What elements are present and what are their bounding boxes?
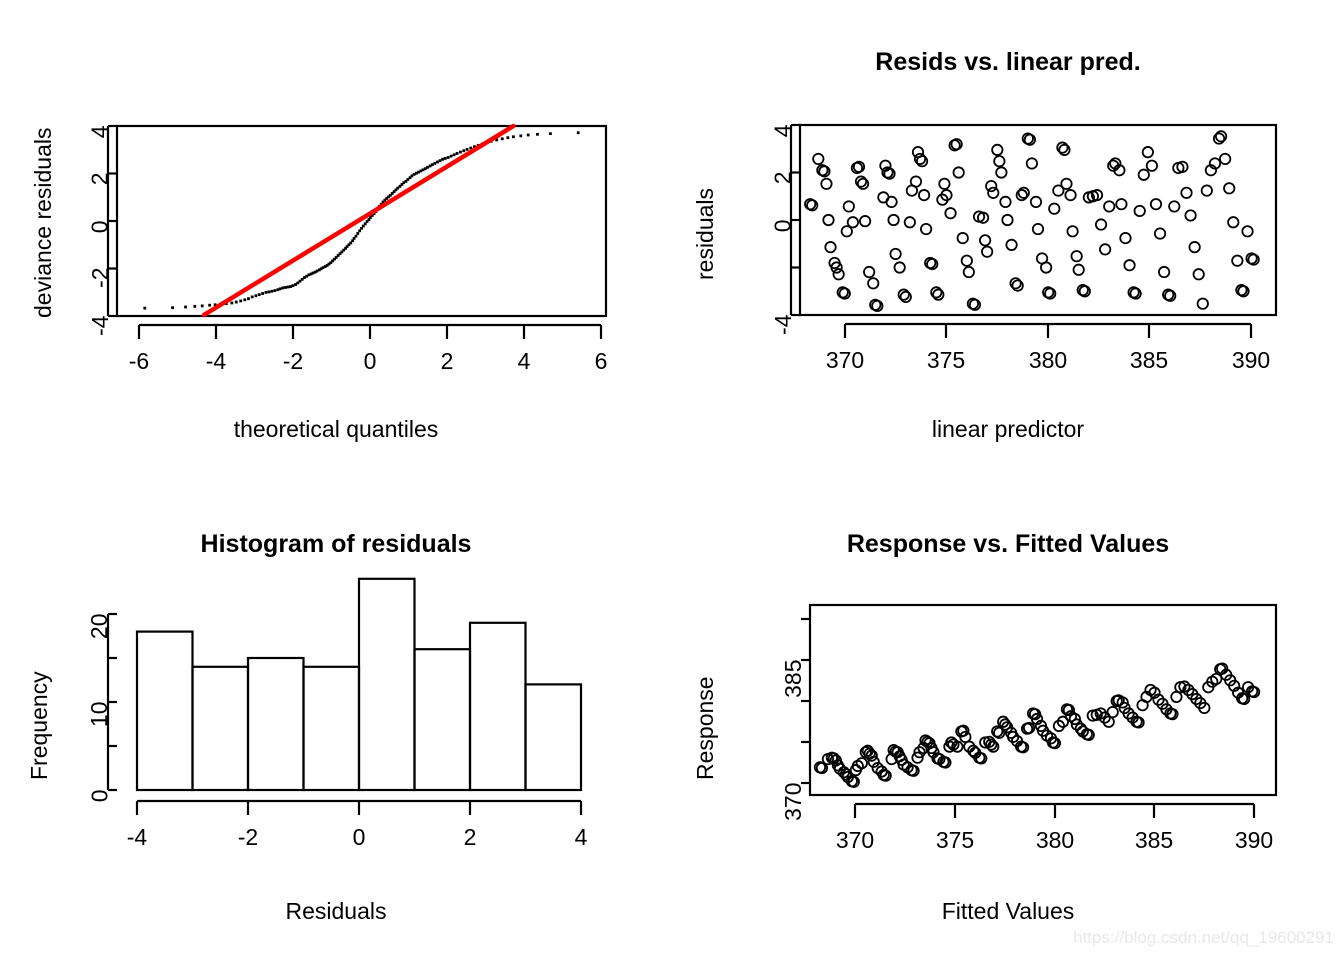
histogram-xtick-label: 2 — [463, 824, 477, 850]
resids-ytick-label: -4 — [769, 314, 796, 335]
qq-xtick-label: 2 — [440, 348, 454, 374]
response-ytick-label: 370 — [779, 782, 806, 821]
response-xtick-label: 390 — [1234, 827, 1274, 853]
resids-xtick-label: 390 — [1231, 347, 1271, 373]
qq-xtick-label: 6 — [594, 348, 608, 374]
panel-resids-vs-linear-pred: Resids vs. linear pred. residuals linear… — [672, 0, 1344, 480]
histogram-xtick-label: -2 — [237, 824, 259, 850]
response-plot-ylabel: Response — [692, 676, 718, 780]
qq-xtick-label: 4 — [517, 348, 531, 374]
response-plot-xlabel: Fitted Values — [941, 898, 1075, 924]
qq-ytick-label: -2 — [86, 267, 113, 288]
panel-histogram-of-residuals: Histogram of residuals Frequency Residua… — [0, 480, 672, 960]
resids-xtick-label: 385 — [1129, 347, 1169, 373]
response-xtick-label: 385 — [1134, 827, 1174, 853]
response-plot-x-ticks — [853, 802, 1256, 818]
resids-plot-x-ticks — [843, 322, 1253, 338]
response-xtick-label: 380 — [1035, 827, 1075, 853]
qq-ytick-label: -4 — [86, 315, 113, 336]
qq-plot-xlabel: theoretical quantiles — [233, 416, 439, 442]
resids-ytick-label: 2 — [769, 171, 796, 185]
histogram-ylabel: Frequency — [26, 671, 52, 780]
resids-plot-title: Resids vs. linear pred. — [875, 48, 1141, 76]
qq-plot-canvas — [106, 123, 608, 339]
histogram-xtick-label: -4 — [126, 824, 148, 850]
resids-ytick-label: 0 — [769, 219, 796, 233]
resids-xtick-label: 370 — [825, 347, 865, 373]
panel-qq-plot: deviance residuals theoretical quantiles — [0, 0, 672, 480]
qq-plot-x-ticks — [137, 323, 603, 339]
histogram-ytick-label: 10 — [86, 701, 113, 728]
watermark-text: https://blog.csdn.net/qq_19600291 — [1073, 928, 1334, 947]
response-plot-points — [813, 662, 1261, 788]
histogram-xlabel: Residuals — [285, 898, 387, 924]
qq-ytick-label: 0 — [86, 220, 113, 234]
resids-plot-frame — [798, 123, 1278, 317]
histogram-title: Histogram of residuals — [200, 530, 472, 558]
qq-ytick-label: 2 — [86, 172, 113, 186]
figure-canvas: deviance residuals theoretical quantiles — [0, 0, 1344, 960]
qq-plot-ylabel: deviance residuals — [30, 127, 56, 318]
response-plot-title: Response vs. Fitted Values — [846, 530, 1170, 558]
response-xtick-label: 375 — [935, 827, 975, 853]
qq-xtick-label: -6 — [128, 348, 150, 374]
resids-plot-xlabel: linear predictor — [931, 416, 1085, 442]
histogram-ytick-label: 20 — [86, 613, 113, 640]
qq-ytick-label: 4 — [86, 125, 113, 139]
histogram-xtick-label: 4 — [574, 824, 588, 850]
qq-xtick-label: 0 — [363, 348, 377, 374]
qq-xtick-label: -2 — [282, 348, 304, 374]
response-plot-y-ticks — [801, 617, 810, 785]
response-xtick-label: 370 — [835, 827, 875, 853]
histogram-x-axis — [135, 799, 583, 815]
histogram-xtick-label: 0 — [352, 824, 366, 850]
resids-xtick-label: 375 — [926, 347, 966, 373]
resids-xtick-label: 380 — [1028, 347, 1068, 373]
histogram-ytick-label: 0 — [86, 789, 113, 803]
histogram-bars — [135, 577, 583, 792]
panel-response-vs-fitted: Response vs. Fitted Values Response Fitt… — [672, 480, 1344, 960]
qq-plot-reference-line — [201, 123, 516, 318]
resids-plot-ylabel: residuals — [692, 187, 718, 280]
qq-xtick-label: -4 — [205, 348, 227, 374]
resids-ytick-label: 4 — [769, 124, 796, 138]
response-ytick-label: 385 — [779, 659, 806, 698]
resids-plot-points — [804, 130, 1260, 313]
